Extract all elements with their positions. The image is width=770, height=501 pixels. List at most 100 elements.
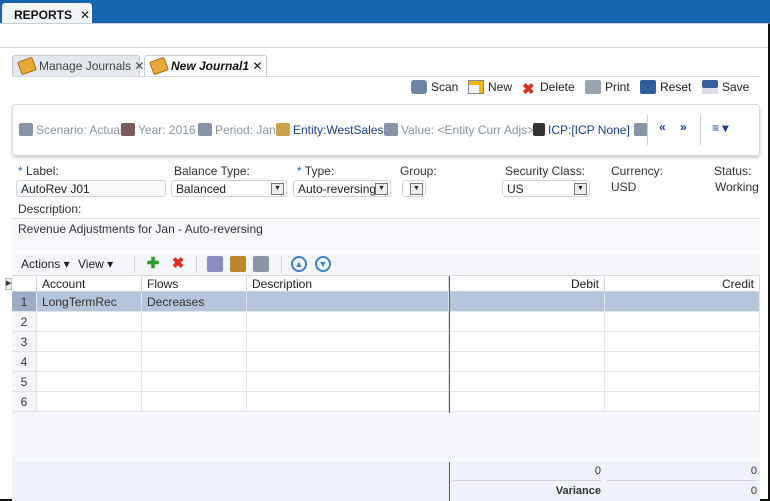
row-number: 2 [12, 312, 37, 332]
tab-manage-journals[interactable]: Manage Journals ✕ [12, 55, 144, 76]
reset-button[interactable]: Reset [640, 80, 691, 94]
cell-flows[interactable] [142, 312, 247, 332]
cell-credit[interactable] [605, 352, 760, 372]
tab-label: Manage Journals [39, 59, 132, 73]
pov-period[interactable]: Period: Jan [198, 123, 276, 137]
close-icon[interactable]: ✕ [252, 59, 262, 73]
cell-flows[interactable] [142, 392, 247, 412]
column-header-account[interactable]: Account [37, 276, 142, 292]
security-class-select[interactable]: US ▼ [502, 180, 590, 197]
button-label: New [488, 80, 513, 94]
pov-year[interactable]: Year: 2016 [121, 123, 196, 137]
label-field-label: * Label: [18, 164, 59, 178]
row-selector-icon[interactable]: ▶ [5, 278, 12, 290]
new-document-icon [468, 80, 484, 94]
delete-button[interactable]: ✖ Delete [522, 80, 575, 97]
insert-rows-icon[interactable] [207, 256, 223, 272]
move-down-icon[interactable]: ▼ [315, 256, 331, 272]
pov-value[interactable]: Value: <Entity Curr Adjs> [384, 123, 534, 137]
paste-icon[interactable] [230, 256, 246, 272]
cell-account[interactable] [37, 352, 142, 372]
dimension-icon[interactable] [634, 123, 648, 136]
tab-reports[interactable]: REPORTS ✕ [2, 3, 92, 23]
next-pov-button[interactable]: » [680, 120, 687, 134]
row-number-header [12, 276, 37, 292]
type-select[interactable]: Auto-reversing ▼ [293, 180, 391, 197]
column-header-debit[interactable]: Debit [449, 276, 605, 292]
actions-menu[interactable]: Actions ▾ [21, 257, 70, 271]
view-menu[interactable]: View ▾ [78, 257, 113, 271]
chevron-down-icon: ▼ [271, 183, 284, 195]
cell-description[interactable] [247, 352, 449, 372]
label-input[interactable]: AutoRev J01 [16, 180, 166, 197]
previous-pov-button[interactable]: « [659, 120, 666, 134]
print-button[interactable]: Print [585, 80, 630, 94]
balance-type-select[interactable]: Balanced ▼ [171, 180, 287, 197]
pov-icp[interactable]: ICP:[ICP None] [533, 123, 630, 137]
cell-credit[interactable] [605, 292, 760, 312]
column-header-flows[interactable]: Flows [142, 276, 247, 292]
security-class-label: Security Class: [505, 164, 586, 178]
icp-icon [533, 123, 545, 136]
cell-debit[interactable] [449, 372, 605, 392]
cell-account[interactable] [37, 332, 142, 352]
field-label: Type: [304, 164, 335, 178]
cell-debit[interactable] [449, 332, 605, 352]
cell-description[interactable] [247, 372, 449, 392]
cell-description[interactable] [247, 392, 449, 412]
column-header-description[interactable]: Description [247, 276, 449, 292]
group-select[interactable]: ▼ [402, 180, 426, 197]
pov-menu-button[interactable]: ≡ ▾ [712, 121, 728, 135]
cell-flows[interactable] [142, 372, 247, 392]
cell-account[interactable] [37, 372, 142, 392]
scan-button[interactable]: Scan [411, 80, 458, 94]
column-header-credit[interactable]: Credit [605, 276, 760, 292]
select-value: Auto-reversing [298, 182, 377, 196]
hierarchy-icon [276, 123, 290, 136]
cell-account[interactable] [37, 392, 142, 412]
cell-description[interactable] [247, 292, 449, 312]
cell-credit[interactable] [605, 312, 760, 332]
cell-debit[interactable] [449, 312, 605, 332]
journal-icon [149, 56, 169, 76]
delete-row-icon[interactable]: ✖ [170, 256, 186, 272]
cell-account[interactable] [37, 312, 142, 332]
cell-debit[interactable] [449, 352, 605, 372]
row-number: 6 [12, 392, 37, 412]
cell-credit[interactable] [605, 332, 760, 352]
divider [12, 76, 760, 77]
cell-credit[interactable] [605, 372, 760, 392]
pov-entity[interactable]: Entity:WestSales [276, 123, 383, 137]
pov-label: Entity:WestSales [293, 123, 384, 137]
scenario-icon [19, 123, 33, 136]
cell-flows[interactable] [142, 332, 247, 352]
search-member-icon[interactable] [253, 256, 269, 272]
move-up-icon[interactable]: ▲ [291, 256, 307, 272]
tab-new-journal1[interactable]: New Journal1 ✕ [144, 55, 267, 76]
button-label: Save [722, 80, 750, 94]
cell-description[interactable] [247, 312, 449, 332]
description-input[interactable]: Revenue Adjustments for Jan - Auto-rever… [12, 218, 760, 252]
add-row-icon[interactable]: ✚ [145, 256, 161, 272]
status-value: Working [715, 180, 759, 194]
close-icon[interactable]: ✕ [80, 8, 90, 22]
group-label: Group: [400, 164, 437, 178]
frozen-column-divider [449, 462, 450, 501]
close-icon[interactable]: ✕ [134, 59, 144, 73]
save-button[interactable]: Save [702, 80, 749, 94]
debit-total: 0 [453, 465, 601, 481]
cell-debit[interactable] [449, 292, 605, 312]
period-icon [198, 123, 212, 136]
cell-flows[interactable]: Decreases [142, 292, 247, 312]
required-mark: * [297, 164, 302, 178]
new-button[interactable]: New [468, 80, 512, 94]
cell-credit[interactable] [605, 392, 760, 412]
select-value: Balanced [176, 182, 227, 196]
cell-flows[interactable] [142, 352, 247, 372]
button-label: Delete [540, 80, 575, 94]
cell-account[interactable]: LongTermRec [37, 292, 142, 312]
cell-debit[interactable] [449, 392, 605, 412]
cell-description[interactable] [247, 332, 449, 352]
pov-scenario[interactable]: Scenario: Actual [19, 123, 123, 137]
frozen-column-divider [449, 276, 450, 413]
